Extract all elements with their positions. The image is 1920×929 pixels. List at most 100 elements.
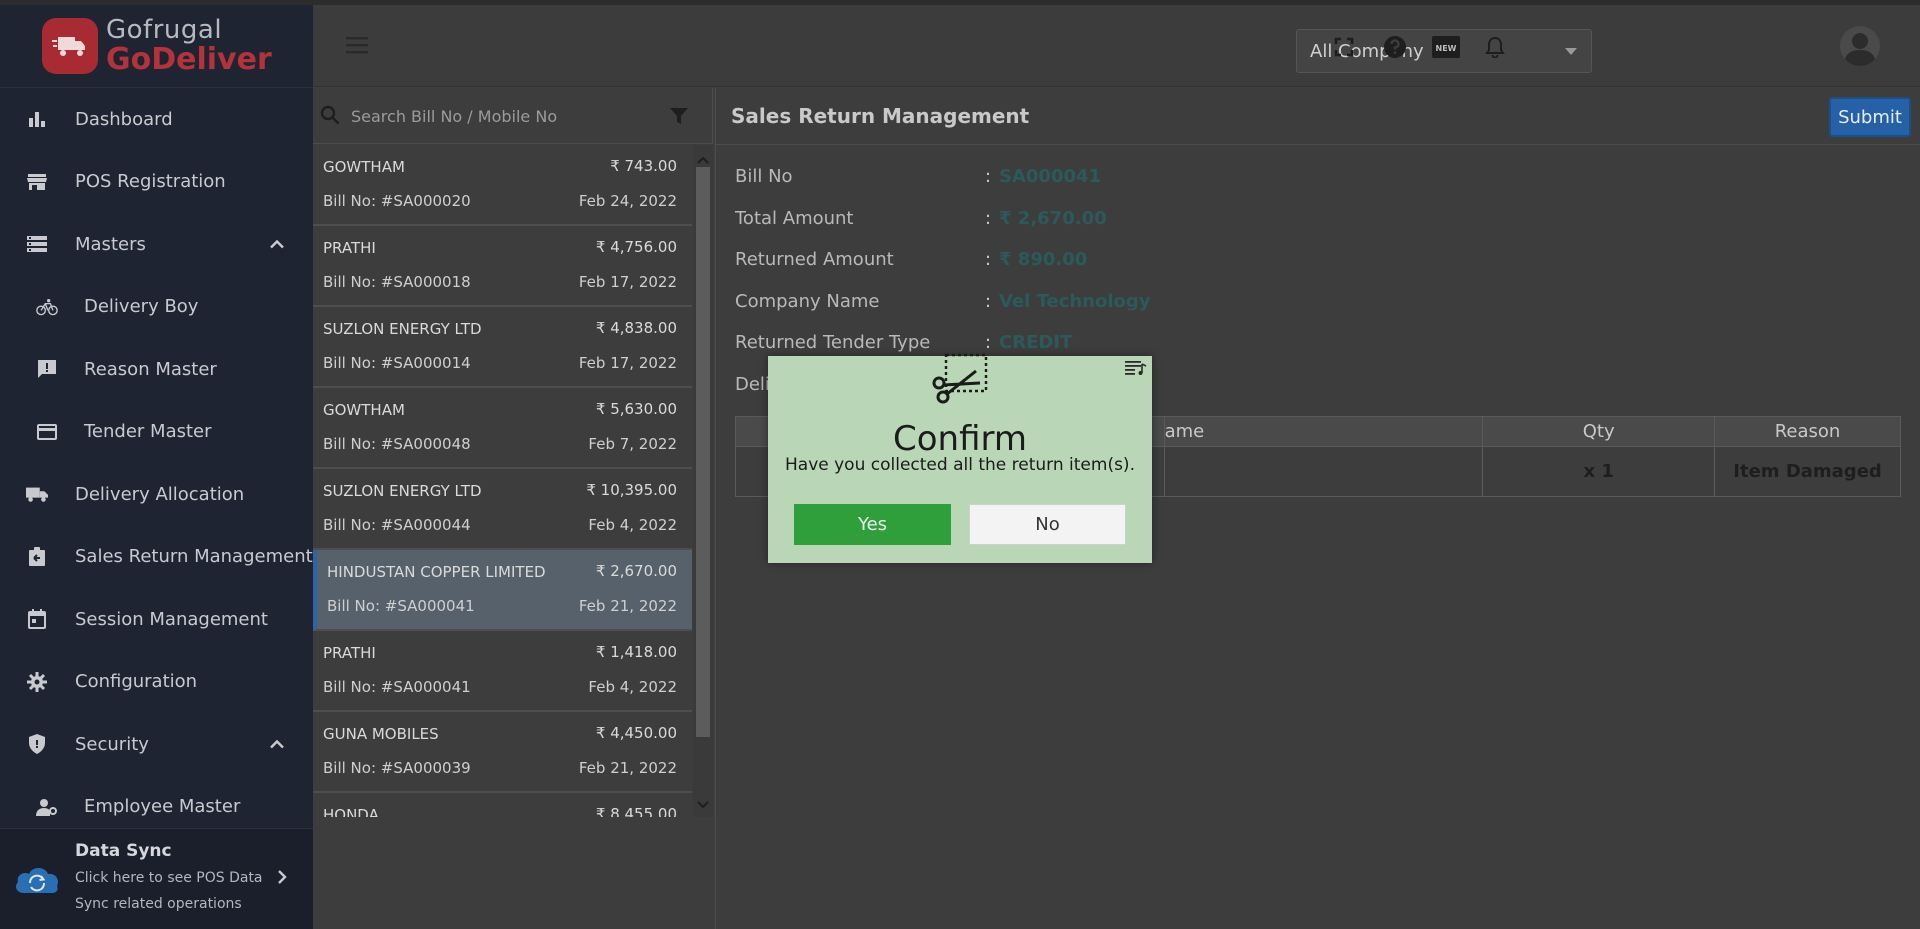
scroll-up-arrow-icon[interactable]: [697, 149, 709, 168]
bill-number: Bill No: #SA000041: [327, 597, 475, 615]
calendar-icon: [26, 608, 48, 630]
detail-label: Company Name: [735, 290, 880, 312]
detail-colon: :: [985, 290, 992, 312]
table-cell-qty: x 1: [1482, 446, 1716, 497]
main-header: Sales Return Management Submit: [716, 88, 1920, 145]
yes-button[interactable]: Yes: [794, 504, 951, 545]
bill-list-item[interactable]: GUNA MOBILES ₹ 4,450.00 Bill No: #SA0000…: [313, 712, 692, 793]
bill-customer-name: HINDUSTAN COPPER LIMITED: [327, 563, 546, 581]
sidebar-item-label: Session Management: [75, 608, 268, 630]
detail-value: ₹ 890.00: [999, 249, 1088, 270]
detail-label: Bill No: [735, 166, 793, 187]
bill-date: Feb 17, 2022: [578, 273, 677, 291]
bill-date: Feb 21, 2022: [578, 759, 677, 777]
card-icon: [36, 421, 58, 443]
sidebar: Gofrugal GoDeliver Dashboard POS Registr…: [0, 5, 313, 929]
detail-colon: :: [985, 332, 992, 353]
sidebar-item-pos-registration[interactable]: POS Registration: [0, 151, 313, 214]
hamburger-menu-icon[interactable]: [345, 35, 371, 55]
bill-list-item-selected[interactable]: HINDUSTAN COPPER LIMITED ₹ 2,670.00 Bill…: [313, 550, 692, 631]
delivery-truck-logo-icon: [42, 18, 98, 74]
detail-value: CREDIT: [999, 332, 1073, 353]
bill-amount: ₹ 4,450.00: [595, 724, 677, 742]
bill-amount: ₹ 5,630.00: [595, 400, 677, 418]
user-avatar-icon: [1844, 33, 1876, 66]
no-button[interactable]: No: [969, 504, 1126, 545]
bill-number: Bill No: #SA000014: [323, 354, 471, 372]
detail-value: SA000041: [999, 166, 1102, 187]
data-sync-panel[interactable]: Data Sync Click here to see POS Data Syn…: [0, 828, 313, 929]
sidebar-item-label: Masters: [75, 233, 146, 255]
user-avatar[interactable]: [1840, 26, 1880, 66]
bill-date: Feb 4, 2022: [588, 516, 677, 534]
bill-customer-name: PRATHI: [323, 239, 376, 257]
sidebar-item-sales-return-management[interactable]: Sales Return Management: [0, 526, 313, 589]
sidebar-item-label: Delivery Allocation: [75, 483, 245, 505]
bill-list-scrollbar[interactable]: [693, 145, 713, 817]
new-badge-icon[interactable]: NEW: [1432, 35, 1460, 59]
bill-date: Feb 21, 2022: [578, 597, 677, 615]
sidebar-item-label: Reason Master: [84, 358, 217, 380]
confirm-dialog-title: Confirm: [892, 419, 1027, 459]
sidebar-item-delivery-allocation[interactable]: Delivery Allocation: [0, 463, 313, 526]
scrollbar-thumb[interactable]: [696, 167, 710, 737]
bill-amount: ₹ 4,756.00: [595, 238, 677, 256]
scroll-down-arrow-icon[interactable]: [697, 794, 709, 813]
list-icon: [26, 233, 48, 255]
bill-customer-name: GUNA MOBILES: [323, 725, 439, 743]
brand[interactable]: Gofrugal GoDeliver: [0, 5, 313, 88]
detail-row-returned-amount: Returned Amount : ₹ 890.00: [735, 249, 1151, 291]
bill-amount: ₹ 743.00: [610, 157, 677, 175]
sidebar-item-tender-master[interactable]: Tender Master: [0, 401, 313, 464]
chevron-up-icon[interactable]: [269, 734, 285, 755]
submit-button[interactable]: Submit: [1829, 97, 1911, 137]
bill-list-item[interactable]: GOWTHAM ₹ 743.00 Bill No: #SA000020 Feb …: [313, 145, 692, 226]
brand-line1: Gofrugal: [106, 15, 223, 45]
detail-colon: :: [985, 249, 992, 270]
detail-value: Vel Technology: [999, 290, 1151, 312]
bill-list-item[interactable]: PRATHI ₹ 4,756.00 Bill No: #SA000018 Feb…: [313, 226, 692, 307]
page-title: Sales Return Management: [731, 104, 1030, 128]
sidebar-item-reason-master[interactable]: Reason Master: [0, 338, 313, 401]
bill-list-item[interactable]: HONDA ₹ 8,455.00: [313, 793, 692, 817]
table-header-reason: Reason: [1714, 416, 1901, 447]
detail-row-total-amount: Total Amount : ₹ 2,670.00: [735, 208, 1151, 250]
chevron-up-icon[interactable]: [269, 234, 285, 255]
search-bar: [313, 88, 713, 144]
search-input[interactable]: [351, 101, 651, 131]
sidebar-item-configuration[interactable]: Configuration: [0, 651, 313, 714]
bill-list-item[interactable]: GOWTHAM ₹ 5,630.00 Bill No: #SA000048 Fe…: [313, 388, 692, 469]
bill-list-item[interactable]: SUZLON ENERGY LTD ₹ 10,395.00 Bill No: #…: [313, 469, 692, 550]
sidebar-item-delivery-boy[interactable]: Delivery Boy: [0, 276, 313, 339]
detail-label: Returned Tender Type: [735, 332, 931, 353]
fullscreen-icon[interactable]: [1332, 35, 1356, 59]
sidebar-nav: Dashboard POS Registration Masters Deliv…: [0, 88, 313, 838]
sidebar-item-session-management[interactable]: Session Management: [0, 588, 313, 651]
sidebar-item-label: Delivery Boy: [84, 296, 199, 318]
bill-date: Feb 7, 2022: [588, 435, 677, 453]
chevron-right-icon[interactable]: [277, 869, 287, 889]
table-cell-reason: Item Damaged: [1714, 446, 1901, 497]
bill-amount: ₹ 1,418.00: [595, 643, 677, 661]
filter-icon[interactable]: [669, 106, 689, 130]
bill-date: Feb 17, 2022: [578, 354, 677, 372]
table-cell: [1163, 446, 1484, 497]
bill-customer-name: SUZLON ENERGY LTD: [323, 482, 482, 500]
bell-icon[interactable]: [1483, 35, 1507, 59]
truck-icon: [26, 483, 48, 505]
detail-label: Total Amount: [735, 207, 854, 229]
bike-icon: [36, 296, 58, 318]
sidebar-item-security[interactable]: Security: [0, 713, 313, 776]
sidebar-item-dashboard[interactable]: Dashboard: [0, 88, 313, 151]
bill-list-item[interactable]: SUZLON ENERGY LTD ₹ 4,838.00 Bill No: #S…: [313, 307, 692, 388]
confirm-dialog-message: Have you collected all the return item(s…: [785, 455, 1135, 475]
gear-icon: [26, 671, 48, 693]
data-sync-subtitle: Click here to see POS Data Sync related …: [75, 870, 263, 912]
sidebar-item-label: Configuration: [75, 671, 198, 693]
sidebar-item-label: Tender Master: [84, 421, 212, 443]
help-icon[interactable]: [1383, 35, 1407, 59]
detail-label: Returned Amount: [735, 249, 894, 270]
bill-list-item[interactable]: PRATHI ₹ 1,418.00 Bill No: #SA000041 Feb…: [313, 631, 692, 712]
sidebar-item-masters[interactable]: Masters: [0, 213, 313, 276]
sidebar-item-label: Sales Return Management: [75, 546, 313, 568]
